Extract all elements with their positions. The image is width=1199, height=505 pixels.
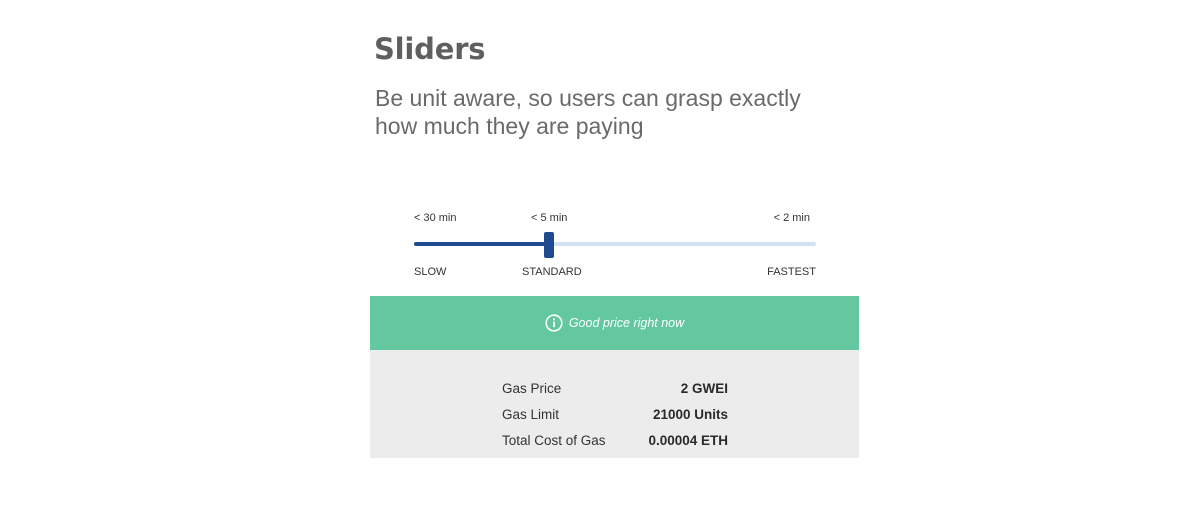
detail-value: 2 GWEI — [680, 381, 728, 396]
slider-thumb[interactable] — [544, 232, 554, 258]
detail-row-total-cost: Total Cost of Gas 0.00004 ETH — [502, 433, 728, 453]
speed-label-slow: SLOW — [414, 266, 447, 278]
info-icon — [545, 314, 563, 332]
time-label-slow: < 30 min — [414, 212, 457, 224]
gas-details-panel: Gas Price 2 GWEI Gas Limit 21000 Units T… — [370, 350, 859, 458]
speed-label-fastest: FASTEST — [767, 266, 816, 278]
detail-value: 21000 Units — [652, 407, 728, 422]
page: Sliders Be unit aware, so users can gras… — [0, 0, 1199, 505]
detail-row-gas-price: Gas Price 2 GWEI — [502, 381, 728, 401]
gas-speed-slider[interactable]: < 30 min < 5 min < 2 min SLOW STANDARD F… — [414, 205, 816, 285]
page-title: Sliders — [374, 32, 486, 66]
price-status-text: Good price right now — [568, 316, 685, 330]
detail-label: Total Cost of Gas — [502, 433, 606, 448]
detail-label: Gas Limit — [502, 407, 560, 422]
page-subtitle: Be unit aware, so users can grasp exactl… — [375, 85, 801, 139]
slider-track-fill — [414, 242, 549, 246]
price-status-banner: Good price right now — [370, 296, 859, 350]
detail-value: 0.00004 ETH — [648, 433, 728, 448]
detail-label: Gas Price — [502, 381, 562, 396]
slider-track[interactable] — [414, 242, 816, 246]
time-label-fastest: < 2 min — [773, 212, 810, 224]
time-label-standard: < 5 min — [531, 212, 568, 224]
detail-row-gas-limit: Gas Limit 21000 Units — [502, 407, 728, 427]
speed-label-standard: STANDARD — [522, 266, 582, 278]
